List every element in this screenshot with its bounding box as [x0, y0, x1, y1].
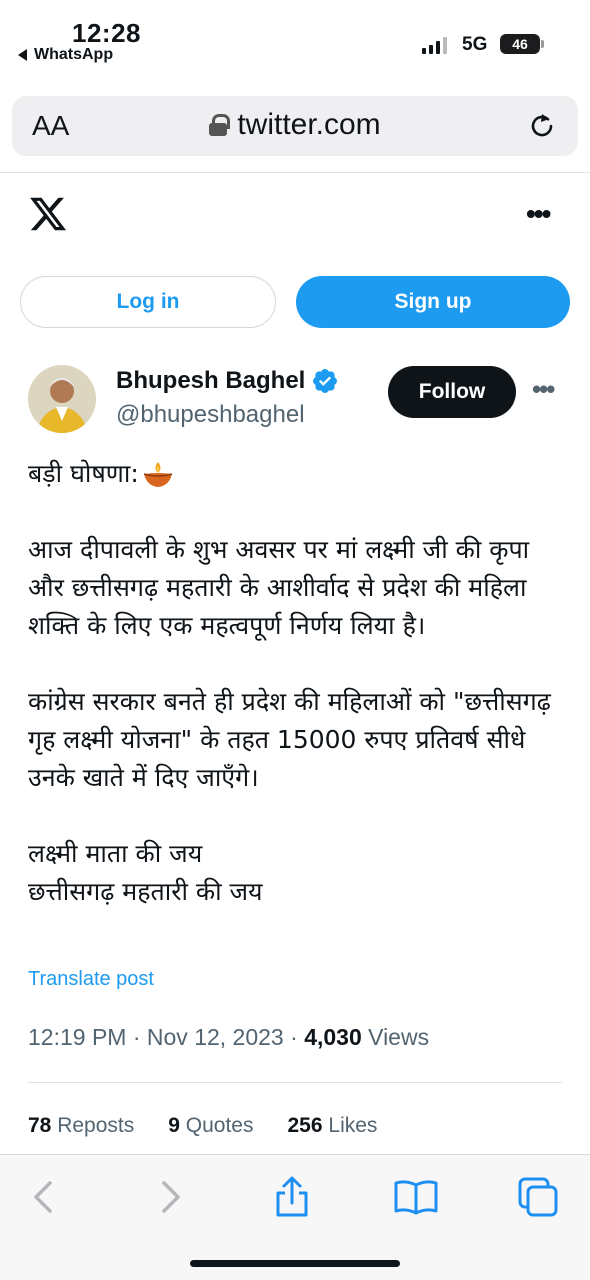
more-options-icon[interactable]: •••: [526, 198, 551, 230]
network-type: 5G: [462, 34, 488, 55]
tweet-meta: 12:19 PM · Nov 12, 2023 · 4,030 Views: [28, 1024, 429, 1051]
home-indicator: [190, 1260, 400, 1267]
author-name[interactable]: Bhupesh Baghel: [116, 367, 339, 395]
reposts-label: Reposts: [57, 1114, 135, 1137]
quotes-label: Quotes: [185, 1114, 254, 1137]
tweet-heading-line: बड़ी घोषणा:: [28, 455, 568, 493]
status-bar: 12:28 WhatsApp 5G 46: [0, 0, 590, 90]
likes-stat[interactable]: 256 Likes: [288, 1114, 378, 1138]
author-handle[interactable]: @bhupeshbaghel: [116, 401, 305, 429]
login-button[interactable]: Log in: [20, 276, 276, 328]
back-triangle-icon: [18, 49, 27, 61]
forward-icon[interactable]: [146, 1173, 194, 1221]
lock-icon: [209, 114, 231, 136]
views-label: Views: [368, 1024, 430, 1050]
tweet-paragraph-2: कांग्रेस सरकार बनते ही प्रदेश की महिलाओं…: [28, 687, 551, 792]
tweet-more-icon[interactable]: •••: [532, 374, 555, 405]
share-icon[interactable]: [268, 1173, 316, 1221]
signup-button[interactable]: Sign up: [296, 276, 570, 328]
back-icon[interactable]: [20, 1173, 68, 1221]
back-to-app-link[interactable]: WhatsApp: [18, 46, 113, 64]
reposts-count: 78: [28, 1114, 52, 1137]
translate-post-link[interactable]: Translate post: [28, 968, 154, 991]
tabs-icon[interactable]: [514, 1173, 562, 1221]
reload-icon[interactable]: [526, 110, 558, 142]
status-time: 12:28: [72, 18, 141, 48]
tweet-closing-1: लक्ष्मी माता की जय: [28, 839, 203, 868]
meta-separator: ·: [132, 1024, 147, 1050]
x-logo-icon[interactable]: [28, 194, 68, 234]
author-name-text: Bhupesh Baghel: [116, 367, 306, 394]
quotes-count: 9: [168, 1114, 180, 1137]
tweet-stats: 78 Reposts 9 Quotes 256 Likes: [28, 1114, 377, 1138]
url-field[interactable]: twitter.com: [12, 108, 578, 142]
tweet-date[interactable]: Nov 12, 2023: [147, 1024, 284, 1050]
avatar[interactable]: [28, 365, 96, 433]
tweet-closing-2: छत्तीसगढ़ महतारी की जय: [28, 877, 263, 906]
likes-label: Likes: [328, 1114, 378, 1137]
divider: [28, 1082, 562, 1083]
battery-icon: 46: [500, 34, 544, 54]
address-bar[interactable]: AA twitter.com: [12, 96, 578, 156]
meta-separator: ·: [290, 1024, 305, 1050]
diya-emoji-icon: [143, 462, 172, 487]
tweet-heading: बड़ी घोषणा:: [28, 459, 139, 488]
likes-count: 256: [287, 1114, 323, 1137]
divider: [0, 172, 590, 173]
follow-button[interactable]: Follow: [388, 366, 516, 418]
tweet-time[interactable]: 12:19 PM: [28, 1024, 126, 1050]
bookmarks-icon[interactable]: [392, 1173, 440, 1221]
verified-badge-icon: [313, 369, 338, 393]
views-count: 4,030: [304, 1024, 362, 1050]
url-text: twitter.com: [237, 108, 381, 141]
reposts-stat[interactable]: 78 Reposts: [28, 1114, 134, 1138]
tweet-text: बड़ी घोषणा: आज दीपावली के शुभ अवसर पर मा…: [28, 455, 568, 911]
signal-strength-icon: [422, 36, 447, 54]
avatar-image: [28, 365, 96, 433]
back-app-label: WhatsApp: [34, 46, 114, 63]
quotes-stat[interactable]: 9 Quotes: [168, 1114, 253, 1138]
tweet-paragraph-1: आज दीपावली के शुभ अवसर पर मां लक्ष्मी जी…: [28, 535, 530, 640]
